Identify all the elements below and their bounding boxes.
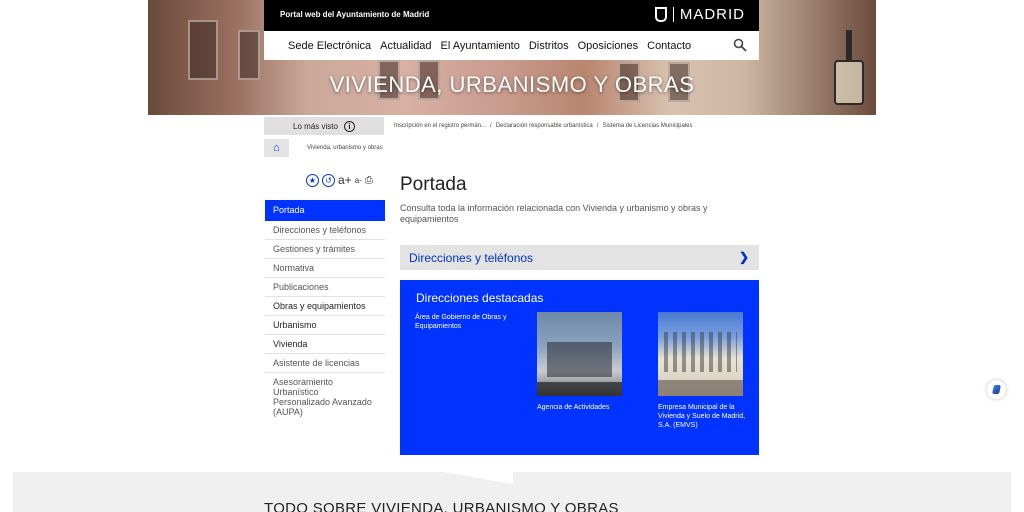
font-increase-button[interactable]: a+	[338, 173, 352, 187]
portal-label[interactable]: Portal web del Ayuntamiento de Madrid	[280, 10, 429, 19]
sidebar-item-portada[interactable]: Portada	[265, 200, 385, 221]
sidebar-item-vivienda[interactable]: Vivienda	[265, 335, 385, 354]
street-lamp-arm	[846, 30, 852, 60]
madrid-shield-icon	[654, 7, 667, 22]
nav-el-ayuntamiento[interactable]: El Ayuntamiento	[441, 40, 520, 52]
nav-oposiciones[interactable]: Oposiciones	[578, 40, 639, 52]
emvs-caption[interactable]: Empresa Municipal de la Vivienda y Suelo…	[658, 403, 748, 430]
assistant-icon[interactable]	[987, 380, 1006, 399]
bottom-section: TODO SOBRE VIVIENDA, URBANISMO Y OBRAS	[13, 472, 1011, 512]
nav-contacto[interactable]: Contacto	[647, 40, 691, 52]
star-icon[interactable]: ★	[306, 173, 319, 187]
search-icon[interactable]	[733, 38, 747, 52]
emvs-building-image[interactable]	[658, 312, 743, 396]
banner-title: VIVIENDA, URBANISMO Y OBRAS	[329, 72, 695, 97]
nav-actualidad[interactable]: Actualidad	[380, 40, 431, 52]
directory-bar-label: Direcciones y teléfonos	[409, 250, 534, 265]
accessibility-tools: ★ ↺ a+ a- ⎙	[306, 173, 373, 187]
brand-text: MADRID	[679, 6, 745, 23]
directory-bar[interactable]: Direcciones y teléfonos ❯	[400, 245, 759, 270]
sidebar-menu: Portada Direcciones y teléfonos Gestione…	[265, 200, 385, 421]
featured-title: Direcciones destacadas	[416, 291, 544, 305]
page: { "header": { "portal_label": "Portal we…	[0, 0, 1024, 512]
section-title: TODO SOBRE VIVIENDA, URBANISMO Y OBRAS	[264, 500, 619, 512]
most-viewed-link[interactable]: Sistema de Licencias Municipales	[602, 123, 692, 129]
link-separator: /	[596, 123, 599, 129]
building-base	[537, 382, 622, 396]
sidebar-item-publicaciones[interactable]: Publicaciones	[265, 278, 385, 297]
agency-building-image[interactable]	[537, 312, 622, 396]
logo-separator	[672, 7, 674, 22]
info-icon: i	[343, 120, 355, 132]
most-viewed-link[interactable]: Declaración responsable urbanística	[496, 123, 593, 129]
print-icon[interactable]: ⎙	[365, 175, 373, 186]
most-viewed-toggle[interactable]: Lo más visto i	[264, 117, 384, 135]
most-viewed-links: Inscripción en el registro permán... / D…	[394, 123, 693, 129]
nav-sede-electronica[interactable]: Sede Electrónica	[288, 40, 371, 52]
most-viewed-link[interactable]: Inscripción en el registro permán...	[394, 123, 486, 129]
featured-area-link[interactable]: Área de Gobierno de Obras y Equipamiento…	[415, 313, 515, 331]
sidebar-item-urbanismo[interactable]: Urbanismo	[265, 316, 385, 335]
section-notch	[443, 472, 513, 484]
building-base	[658, 380, 743, 396]
page-title: Portada	[400, 174, 467, 195]
most-viewed-label: Lo más visto	[293, 121, 338, 131]
most-viewed-bar: Lo más visto i Inscripción en el registr…	[264, 117, 759, 135]
assistant-glyph	[992, 385, 1001, 394]
building-facade	[664, 332, 737, 372]
main-nav: Sede Electrónica Actualidad El Ayuntamie…	[264, 31, 759, 60]
home-icon[interactable]: ⌂	[264, 139, 289, 157]
breadcrumb: ⌂ Vivienda, urbanismo y obras	[264, 139, 383, 157]
sidebar-item-direcciones[interactable]: Direcciones y teléfonos	[265, 221, 385, 240]
breadcrumb-current: Vivienda, urbanismo y obras	[307, 145, 383, 151]
sidebar-item-aupa[interactable]: Asesoramiento Urbanístico Personalizado …	[265, 373, 385, 421]
banner-window	[188, 20, 218, 80]
featured-directions: Direcciones destacadas Área de Gobierno …	[400, 280, 759, 455]
share-icon[interactable]: ↺	[322, 173, 335, 187]
sidebar-item-asistente[interactable]: Asistente de licencias	[265, 354, 385, 373]
sidebar-item-gestiones[interactable]: Gestiones y trámites	[265, 240, 385, 259]
nav-distritos[interactable]: Distritos	[529, 40, 569, 52]
sidebar-item-obras[interactable]: Obras y equipamientos	[265, 297, 385, 316]
top-bar: Portal web del Ayuntamiento de Madrid MA…	[264, 0, 759, 31]
building-facade	[547, 342, 612, 377]
link-separator: /	[490, 123, 492, 129]
font-decrease-button[interactable]: a-	[355, 176, 362, 185]
madrid-logo[interactable]: MADRID	[654, 6, 745, 23]
agency-caption[interactable]: Agencia de Actividades	[537, 403, 627, 412]
chevron-right-icon: ❯	[738, 250, 749, 264]
sidebar-item-normativa[interactable]: Normativa	[265, 259, 385, 278]
intro-text: Consulta toda la información relacionada…	[400, 203, 708, 224]
